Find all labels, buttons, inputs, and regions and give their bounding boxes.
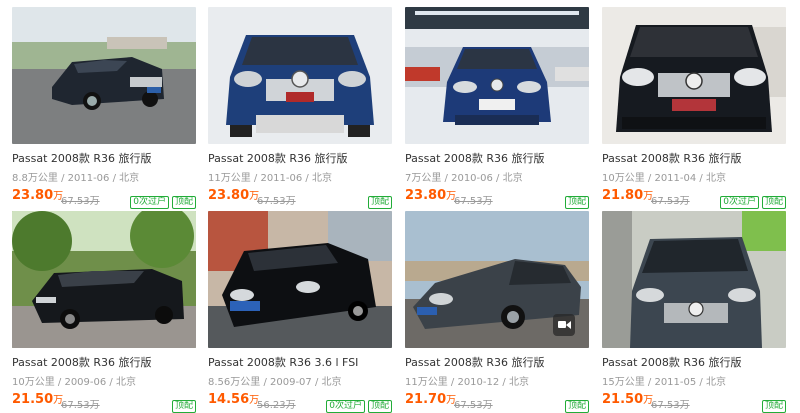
price-row: 21.50万 67.53万 顶配 xyxy=(12,392,196,413)
original-price: 67.53万 xyxy=(61,400,100,411)
tag-trim: 顶配 xyxy=(367,400,392,413)
listing-meta: 8.56万公里 / 2009-07 / 北京 xyxy=(208,377,342,388)
tag-group: 顶配 xyxy=(759,393,786,413)
tag-group: 顶配 xyxy=(365,189,392,209)
price-value: 23.80 xyxy=(405,188,447,203)
tag-ownership: 0次过户 xyxy=(720,196,759,209)
price-value: 14.56 xyxy=(208,392,250,407)
listing-meta: 7万公里 / 2010-06 / 北京 xyxy=(405,173,523,184)
price-row: 21.80万 67.53万 0次过户 顶配 xyxy=(602,188,786,209)
car-photo[interactable] xyxy=(12,7,196,144)
price-value: 23.80 xyxy=(12,188,54,203)
price-row: 21.70万 67.53万 顶配 xyxy=(405,392,589,413)
original-price: 56.23万 xyxy=(257,400,296,411)
price-row: 14.56万 56.23万 0次过户 顶配 xyxy=(208,392,392,413)
car-photo[interactable] xyxy=(405,211,589,348)
tag-trim: 顶配 xyxy=(761,196,786,209)
original-price: 67.53万 xyxy=(454,196,493,207)
tag-trim: 顶配 xyxy=(564,400,589,413)
tag-group: 0次过户 顶配 xyxy=(127,189,196,209)
tag-group: 顶配 xyxy=(562,189,589,209)
listing-card[interactable]: Passat 2008款 R36 旅行版 11万公里 / 2010-12 / 北… xyxy=(405,211,589,413)
tag-trim: 顶配 xyxy=(171,400,196,413)
listing-meta: 15万公里 / 2011-05 / 北京 xyxy=(602,377,726,388)
car-photo[interactable] xyxy=(208,7,392,144)
tag-ownership: 0次过户 xyxy=(130,196,169,209)
listing-meta: 10万公里 / 2009-06 / 北京 xyxy=(12,377,136,388)
price-row: 23.80万 67.53万 顶配 xyxy=(405,188,589,209)
car-photo[interactable] xyxy=(405,7,589,144)
listing-card[interactable]: Passat 2008款 R36 旅行版 10万公里 / 2009-06 / 北… xyxy=(12,211,196,413)
listing-price: 14.56万 xyxy=(208,392,259,409)
listing-title[interactable]: Passat 2008款 R36 旅行版 xyxy=(405,356,589,370)
tag-trim: 顶配 xyxy=(761,400,786,413)
listing-price: 23.80万 xyxy=(405,188,456,205)
listing-title[interactable]: Passat 2008款 R36 旅行版 xyxy=(405,152,589,166)
tag-trim: 顶配 xyxy=(367,196,392,209)
listing-price: 21.80万 xyxy=(602,188,653,205)
listing-meta: 8.8万公里 / 2011-06 / 北京 xyxy=(12,173,140,184)
price-value: 21.50 xyxy=(602,392,644,407)
listing-meta: 11万公里 / 2011-06 / 北京 xyxy=(208,173,332,184)
listing-card[interactable]: Passat 2008款 R36 旅行版 10万公里 / 2011-04 / 北… xyxy=(602,7,786,209)
original-price: 67.53万 xyxy=(257,196,296,207)
original-price: 67.53万 xyxy=(454,400,493,411)
listing-title[interactable]: Passat 2008款 R36 3.6 l FSI xyxy=(208,356,392,370)
car-photo[interactable] xyxy=(602,7,786,144)
price-row: 23.80万 67.53万 0次过户 顶配 xyxy=(12,188,196,209)
listing-title[interactable]: Passat 2008款 R36 旅行版 xyxy=(602,356,786,370)
listing-price: 23.80万 xyxy=(208,188,259,205)
listing-title[interactable]: Passat 2008款 R36 旅行版 xyxy=(12,152,196,166)
price-value: 21.80 xyxy=(602,188,644,203)
price-row: 21.50万 67.53万 顶配 xyxy=(602,392,786,413)
listing-title[interactable]: Passat 2008款 R36 旅行版 xyxy=(602,152,786,166)
listing-grid: Passat 2008款 R36 旅行版 8.8万公里 / 2011-06 / … xyxy=(0,0,800,413)
price-value: 21.50 xyxy=(12,392,54,407)
car-photo[interactable] xyxy=(12,211,196,348)
tag-group: 顶配 xyxy=(169,393,196,413)
price-value: 21.70 xyxy=(405,392,447,407)
listing-meta: 11万公里 / 2010-12 / 北京 xyxy=(405,377,529,388)
tag-group: 顶配 xyxy=(562,393,589,413)
car-photo[interactable] xyxy=(602,211,786,348)
car-photo[interactable] xyxy=(208,211,392,348)
original-price: 67.53万 xyxy=(61,196,100,207)
listing-price: 21.50万 xyxy=(602,392,653,409)
listing-meta: 10万公里 / 2011-04 / 北京 xyxy=(602,173,726,184)
tag-trim: 顶配 xyxy=(564,196,589,209)
listing-price: 21.70万 xyxy=(405,392,456,409)
tag-group: 0次过户 顶配 xyxy=(717,189,786,209)
original-price: 67.53万 xyxy=(651,196,690,207)
listing-price: 21.50万 xyxy=(12,392,63,409)
price-row: 23.80万 67.53万 顶配 xyxy=(208,188,392,209)
listing-title[interactable]: Passat 2008款 R36 旅行版 xyxy=(12,356,196,370)
tag-trim: 顶配 xyxy=(171,196,196,209)
listing-card[interactable]: Passat 2008款 R36 旅行版 7万公里 / 2010-06 / 北京… xyxy=(405,7,589,209)
price-value: 23.80 xyxy=(208,188,250,203)
video-play-icon[interactable] xyxy=(553,314,575,336)
listing-price: 23.80万 xyxy=(12,188,63,205)
tag-group: 0次过户 顶配 xyxy=(323,393,392,413)
tag-ownership: 0次过户 xyxy=(326,400,365,413)
listing-card[interactable]: Passat 2008款 R36 旅行版 11万公里 / 2011-06 / 北… xyxy=(208,7,392,209)
listing-card[interactable]: Passat 2008款 R36 3.6 l FSI 8.56万公里 / 200… xyxy=(208,211,392,413)
original-price: 67.53万 xyxy=(651,400,690,411)
listing-card[interactable]: Passat 2008款 R36 旅行版 15万公里 / 2011-05 / 北… xyxy=(602,211,786,413)
listing-title[interactable]: Passat 2008款 R36 旅行版 xyxy=(208,152,392,166)
listing-card[interactable]: Passat 2008款 R36 旅行版 8.8万公里 / 2011-06 / … xyxy=(12,7,196,209)
